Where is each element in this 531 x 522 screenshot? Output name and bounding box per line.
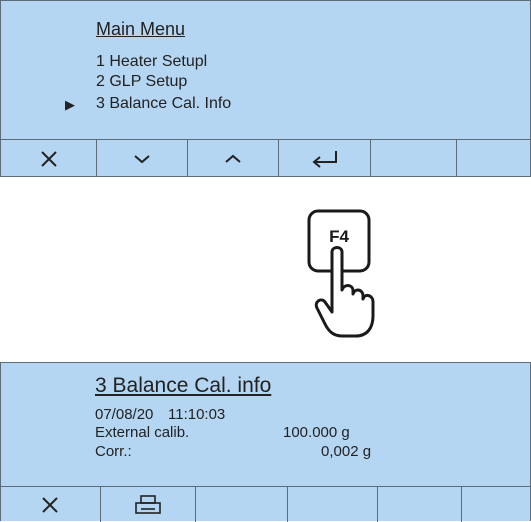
main-menu-title: Main Menu <box>96 19 186 39</box>
softkey-bar-bottom <box>0 486 531 522</box>
softkey-up[interactable] <box>188 140 279 176</box>
softkey-empty-4[interactable] <box>288 487 378 522</box>
printer-icon <box>135 494 161 514</box>
external-calib-label: External calib. <box>95 424 190 441</box>
cal-time: 11:10:03 <box>168 406 226 423</box>
enter-icon <box>311 151 337 168</box>
chevron-down-icon <box>134 155 150 164</box>
cal-info-title: 3 Balance Cal. info <box>95 374 272 397</box>
softkey-down[interactable] <box>97 140 188 176</box>
close-icon <box>40 151 57 167</box>
softkey-empty-6[interactable] <box>462 487 531 522</box>
menu-item-heater-setup[interactable]: 1 Heater Setupl <box>96 53 207 71</box>
softkey-empty-5[interactable] <box>378 487 462 522</box>
close-icon <box>42 496 58 513</box>
softkey-empty-6[interactable] <box>457 140 530 176</box>
corr-value: 0,002 g <box>321 443 372 460</box>
external-calib-value: 100.000 g <box>283 424 350 441</box>
softkey-print[interactable] <box>101 487 196 522</box>
cal-date: 07/08/20 <box>95 406 154 423</box>
selection-pointer-icon: ▶ <box>65 97 75 112</box>
softkey-close[interactable] <box>1 140 97 176</box>
softkey-bar-top <box>1 139 530 176</box>
softkey-enter[interactable] <box>279 140 371 176</box>
menu-item-glp-setup[interactable]: 2 GLP Setup <box>96 73 187 91</box>
softkey-empty-3[interactable] <box>196 487 288 522</box>
corr-label: Corr.: <box>95 443 132 460</box>
main-menu-screen: Main Menu 1 Heater Setupl 2 GLP Setup ▶ … <box>0 0 531 177</box>
menu-item-balance-cal-info[interactable]: 3 Balance Cal. Info <box>96 95 231 113</box>
chevron-up-icon <box>225 154 241 163</box>
softkey-close[interactable] <box>0 487 101 522</box>
pointing-hand-icon <box>314 246 375 338</box>
softkey-empty-5[interactable] <box>371 140 457 176</box>
